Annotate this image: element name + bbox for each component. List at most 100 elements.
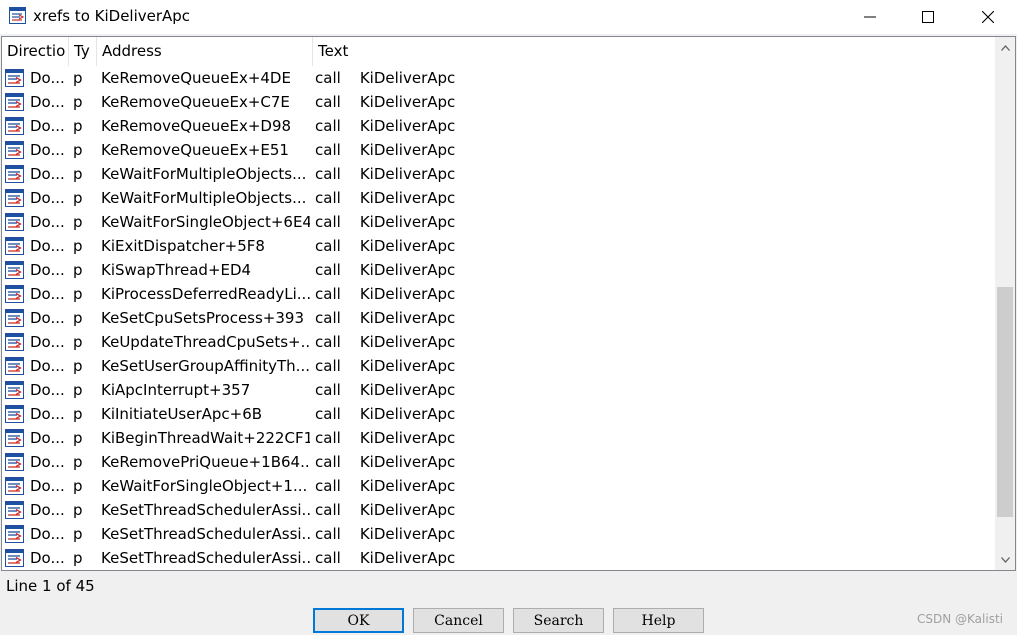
table-row[interactable]: Do... p KeRemoveQueueEx+4DE call KiDeliverA…: [2, 66, 996, 90]
table-row[interactable]: Do... p KeSetThreadSchedulerAssi... call Ki…: [2, 546, 996, 570]
xref-down-icon: [5, 429, 24, 447]
xref-down-icon: [5, 237, 24, 255]
xref-down-icon: [5, 93, 24, 111]
table-row[interactable]: Do... p KeSetThreadSchedulerAssi... call Ki…: [2, 522, 996, 546]
table-row[interactable]: Do... p KeUpdateThreadCpuSets+... call KiDe…: [2, 330, 996, 354]
address-cell: KeWaitForMultipleObjects...: [101, 165, 307, 183]
xref-down-icon: [5, 501, 24, 519]
address-cell: KiApcInterrupt+357: [101, 381, 251, 399]
direction-cell: Do...: [30, 525, 65, 543]
direction-cell: Do...: [30, 453, 65, 471]
watermark: CSDN @Kalisti: [917, 612, 1003, 626]
type-cell: p: [73, 381, 83, 399]
table-row[interactable]: Do... p KeSetUserGroupAffinityTh... call Ki…: [2, 354, 996, 378]
scroll-up-button[interactable]: [995, 39, 1015, 56]
xref-down-icon: [5, 189, 24, 207]
type-cell: p: [73, 213, 83, 231]
ok-button[interactable]: OK: [313, 608, 404, 633]
scrollbar-thumb[interactable]: [997, 287, 1013, 517]
type-cell: p: [73, 429, 83, 447]
text-cell: call KiDeliverApc: [315, 357, 456, 375]
table-row[interactable]: Do... p KeRemoveQueueEx+C7E call KiDeliverA…: [2, 90, 996, 114]
xref-down-icon: [5, 549, 24, 567]
table-row[interactable]: Do... p KeRemoveQueueEx+E51 call KiDeliverA…: [2, 138, 996, 162]
address-cell: KeRemoveQueueEx+4DE: [101, 69, 291, 87]
address-cell: KeSetThreadSchedulerAssi...: [101, 501, 310, 519]
text-cell: call KiDeliverApc: [315, 141, 456, 159]
xrefs-list[interactable]: Directio Ty Address Text Do... p KeRemoveQ…: [1, 36, 1016, 571]
xref-down-icon: [5, 525, 24, 543]
text-cell: call KiDeliverApc: [315, 453, 456, 471]
vertical-scrollbar[interactable]: [995, 37, 1015, 570]
direction-cell: Do...: [30, 357, 65, 375]
text-cell: call KiDeliverApc: [315, 93, 456, 111]
direction-cell: Do...: [30, 189, 65, 207]
table-row[interactable]: Do... p KeWaitForSingleObject+1... call KiD…: [2, 474, 996, 498]
type-cell: p: [73, 237, 83, 255]
table-row[interactable]: Do... p KeSetThreadSchedulerAssi... call Ki…: [2, 498, 996, 522]
direction-cell: Do...: [30, 261, 65, 279]
direction-cell: Do...: [30, 501, 65, 519]
type-cell: p: [73, 165, 83, 183]
table-row[interactable]: Do... p KiApcInterrupt+357 call KiDeliverAp…: [2, 378, 996, 402]
help-button[interactable]: Help: [613, 608, 704, 633]
table-row[interactable]: Do... p KiProcessDeferredReadyLi... call Ki…: [2, 282, 996, 306]
xref-down-icon: [5, 477, 24, 495]
table-row[interactable]: Do... p KiSwapThread+ED4 call KiDeliverApc: [2, 258, 996, 282]
maximize-button[interactable]: [899, 0, 957, 34]
table-row[interactable]: Do... p KeWaitForMultipleObjects... call Ki…: [2, 162, 996, 186]
table-row[interactable]: Do... p KeRemovePriQueue+1B64... call KiDel…: [2, 450, 996, 474]
type-cell: p: [73, 69, 83, 87]
type-cell: p: [73, 117, 83, 135]
address-cell: KeSetUserGroupAffinityTh...: [101, 357, 310, 375]
address-cell: KeRemovePriQueue+1B64...: [101, 453, 310, 471]
column-header-text[interactable]: Text: [313, 37, 996, 66]
table-row[interactable]: Do... p KeRemoveQueueEx+D98 call KiDeliverA…: [2, 114, 996, 138]
table-row[interactable]: Do... p KiInitiateUserApc+6B call KiDeliver…: [2, 402, 996, 426]
text-cell: call KiDeliverApc: [315, 333, 456, 351]
type-cell: p: [73, 309, 83, 327]
type-cell: p: [73, 477, 83, 495]
text-cell: call KiDeliverApc: [315, 309, 456, 327]
xref-down-icon: [5, 405, 24, 423]
column-header-direction[interactable]: Directio: [2, 37, 69, 66]
table-row[interactable]: Do... p KeSetCpuSetsProcess+393 call KiDeli…: [2, 306, 996, 330]
text-cell: call KiDeliverApc: [315, 405, 456, 423]
text-cell: call KiDeliverApc: [315, 525, 456, 543]
xref-down-icon: [5, 117, 24, 135]
type-cell: p: [73, 525, 83, 543]
scroll-down-button[interactable]: [995, 551, 1015, 568]
address-cell: KeWaitForMultipleObjects...: [101, 189, 307, 207]
direction-cell: Do...: [30, 141, 65, 159]
scroll-up-icon: [1000, 44, 1010, 51]
table-row[interactable]: Do... p KiExitDispatcher+5F8 call KiDeliver…: [2, 234, 996, 258]
minimize-button[interactable]: [841, 0, 899, 34]
type-cell: p: [73, 405, 83, 423]
text-cell: call KiDeliverApc: [315, 189, 456, 207]
table-row[interactable]: Do... p KeWaitForMultipleObjects... call Ki…: [2, 186, 996, 210]
table-row[interactable]: Do... p KiBeginThreadWait+222CF1 call KiDel…: [2, 426, 996, 450]
xref-down-icon: [5, 333, 24, 351]
direction-cell: Do...: [30, 237, 65, 255]
text-cell: call KiDeliverApc: [315, 549, 456, 567]
text-cell: call KiDeliverApc: [315, 429, 456, 447]
type-cell: p: [73, 453, 83, 471]
line-count-status: Line 1 of 45: [6, 577, 95, 595]
text-cell: call KiDeliverApc: [315, 165, 456, 183]
search-button[interactable]: Search: [513, 608, 604, 633]
close-icon: [982, 11, 994, 23]
xref-down-icon: [5, 381, 24, 399]
cancel-button[interactable]: Cancel: [413, 608, 504, 633]
address-cell: KiProcessDeferredReadyLi...: [101, 285, 310, 303]
column-header-address[interactable]: Address: [97, 37, 313, 66]
column-header-type[interactable]: Ty: [69, 37, 97, 66]
xref-down-icon: [5, 69, 24, 87]
xref-down-icon: [5, 453, 24, 471]
direction-cell: Do...: [30, 69, 65, 87]
minimize-icon: [864, 16, 876, 18]
xref-down-icon: [5, 285, 24, 303]
address-cell: KeWaitForSingleObject+1...: [101, 477, 308, 495]
address-cell: KeSetThreadSchedulerAssi...: [101, 525, 310, 543]
table-row[interactable]: Do... p KeWaitForSingleObject+6E4 call KiDe…: [2, 210, 996, 234]
close-button[interactable]: [959, 0, 1017, 34]
